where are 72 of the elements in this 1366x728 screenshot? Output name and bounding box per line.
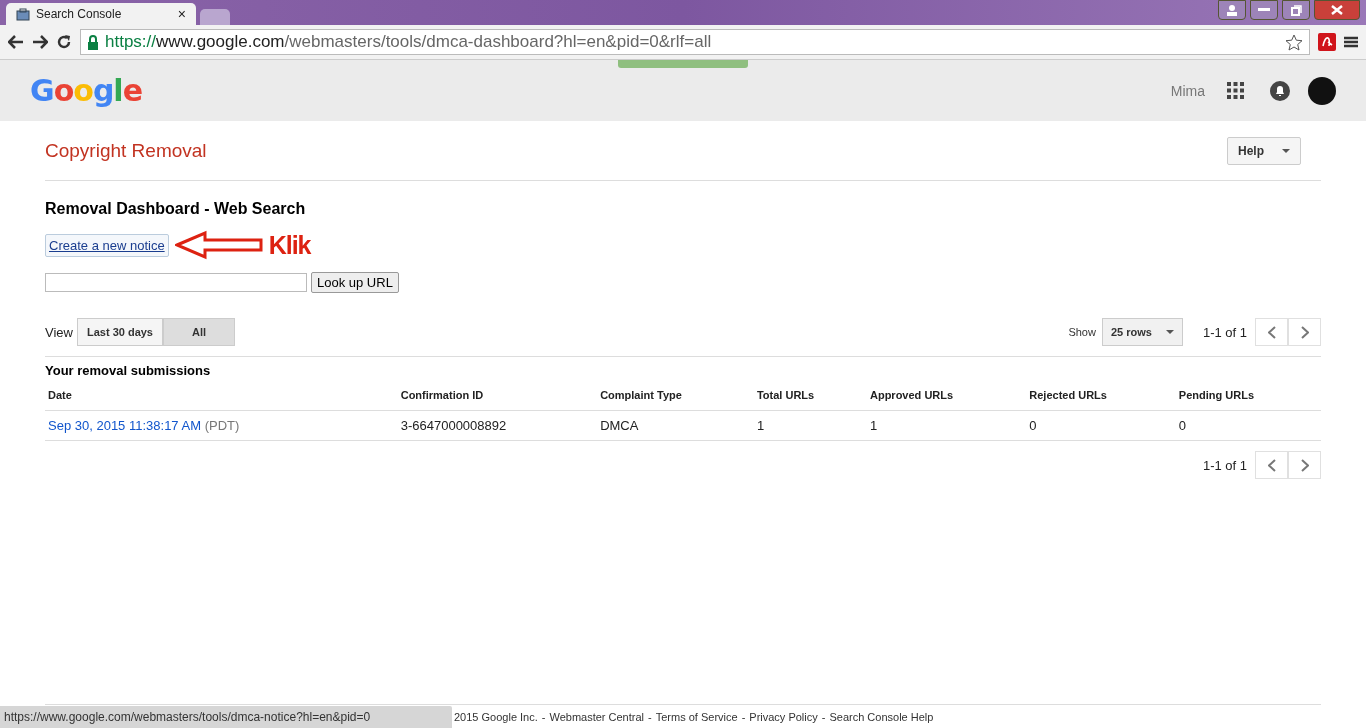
table-cell: 3-6647000008892	[397, 410, 598, 441]
chevron-right-icon	[1300, 458, 1309, 472]
view-filter-button[interactable]: Last 30 days	[76, 318, 163, 346]
annotation-text: Klik	[268, 230, 311, 260]
footer-link[interactable]: Terms of Service	[655, 710, 738, 723]
section-heading: Your removal submissions	[45, 362, 212, 378]
address-bar[interactable]: https://www.google.com/webmasters/tools/dmca-dashboard?hl=en&pid=0&rlf=all	[80, 29, 1310, 55]
column-header: Complaint Type	[597, 385, 754, 411]
back-icon[interactable]	[8, 35, 24, 49]
caret-icon	[1282, 148, 1290, 153]
footer-link[interactable]: 2015 Google Inc.	[454, 710, 538, 723]
footer-link[interactable]: Privacy Policy	[749, 710, 818, 723]
pagination-text: 1-1 of 1	[1202, 457, 1247, 473]
dashboard-heading: Removal Dashboard - Web Search	[45, 200, 307, 218]
view-filter-button[interactable]: All	[163, 318, 235, 346]
previous-page-button[interactable]	[1255, 318, 1288, 346]
view-label: View	[45, 324, 73, 340]
menu-icon[interactable]	[1344, 36, 1358, 48]
separator: -	[648, 710, 652, 723]
separator: -	[741, 710, 746, 723]
close-tab-button[interactable]: ×	[177, 6, 186, 22]
create-notice-link[interactable]: Create a new notice	[45, 233, 169, 257]
person-icon	[1226, 4, 1238, 16]
next-page-button[interactable]	[1288, 318, 1321, 346]
footer-link[interactable]: Search Console Help	[829, 710, 934, 723]
pagination-text: 1-1 of 1	[1202, 324, 1247, 340]
look-up-url-button[interactable]: Look up URL	[311, 272, 399, 293]
star-icon[interactable]	[1285, 33, 1303, 51]
table-cell: 1	[867, 410, 1027, 441]
table-cell: 0	[1026, 410, 1176, 441]
separator: -	[541, 710, 546, 723]
avatar[interactable]	[1308, 76, 1336, 105]
reload-icon[interactable]	[56, 34, 72, 50]
toolbox-icon	[16, 7, 30, 21]
chevron-left-icon	[1267, 325, 1276, 339]
url-input-field[interactable]	[45, 273, 307, 292]
close-icon	[1331, 5, 1343, 15]
table-cell: DMCA	[597, 410, 754, 441]
column-header: Total URLs	[753, 385, 867, 411]
minimize-button[interactable]	[1250, 0, 1278, 20]
next-page-button[interactable]	[1288, 451, 1321, 479]
apps-grid-icon[interactable]	[1227, 82, 1244, 99]
column-header: Rejected URLs	[1026, 385, 1176, 411]
bell-icon[interactable]	[1270, 80, 1290, 101]
separator: -	[821, 710, 826, 723]
previous-page-button[interactable]	[1255, 451, 1288, 479]
profile-button[interactable]	[1218, 0, 1246, 20]
help-button[interactable]: Help	[1227, 136, 1301, 165]
column-header: Pending URLs	[1175, 385, 1321, 411]
user-name[interactable]: Mima	[1170, 82, 1205, 99]
minimize-icon	[1258, 8, 1270, 12]
show-label: Show	[1068, 326, 1096, 338]
lock-icon	[87, 34, 99, 50]
column-header: Approved URLs	[867, 385, 1027, 411]
forward-icon[interactable]	[32, 35, 48, 49]
rows-dropdown[interactable]: 25 rows	[1101, 318, 1183, 346]
column-header: Date	[45, 385, 398, 411]
antivirus-extension-icon[interactable]	[1318, 33, 1336, 51]
browser-tab[interactable]: Search Console ×	[6, 3, 196, 25]
restore-button[interactable]	[1282, 0, 1310, 20]
status-bar-url: https://www.google.com/webmasters/tools/dmca-notice?hl=en&pid=0	[0, 706, 452, 728]
chevron-left-icon	[1267, 458, 1276, 472]
column-header: Confirmation ID	[397, 385, 598, 411]
page-title: Copyright Removal	[45, 139, 207, 162]
caret-icon	[1165, 330, 1174, 334]
close-window-button[interactable]	[1314, 0, 1360, 20]
date-cell: Sep 30, 2015 11:38:17 AM (PDT)	[45, 410, 398, 441]
chevron-right-icon	[1300, 325, 1309, 339]
table-cell: 1	[753, 410, 867, 441]
restore-icon	[1290, 4, 1302, 16]
footer-link[interactable]: Webmaster Central	[549, 710, 645, 723]
table-cell: 0	[1175, 410, 1321, 441]
